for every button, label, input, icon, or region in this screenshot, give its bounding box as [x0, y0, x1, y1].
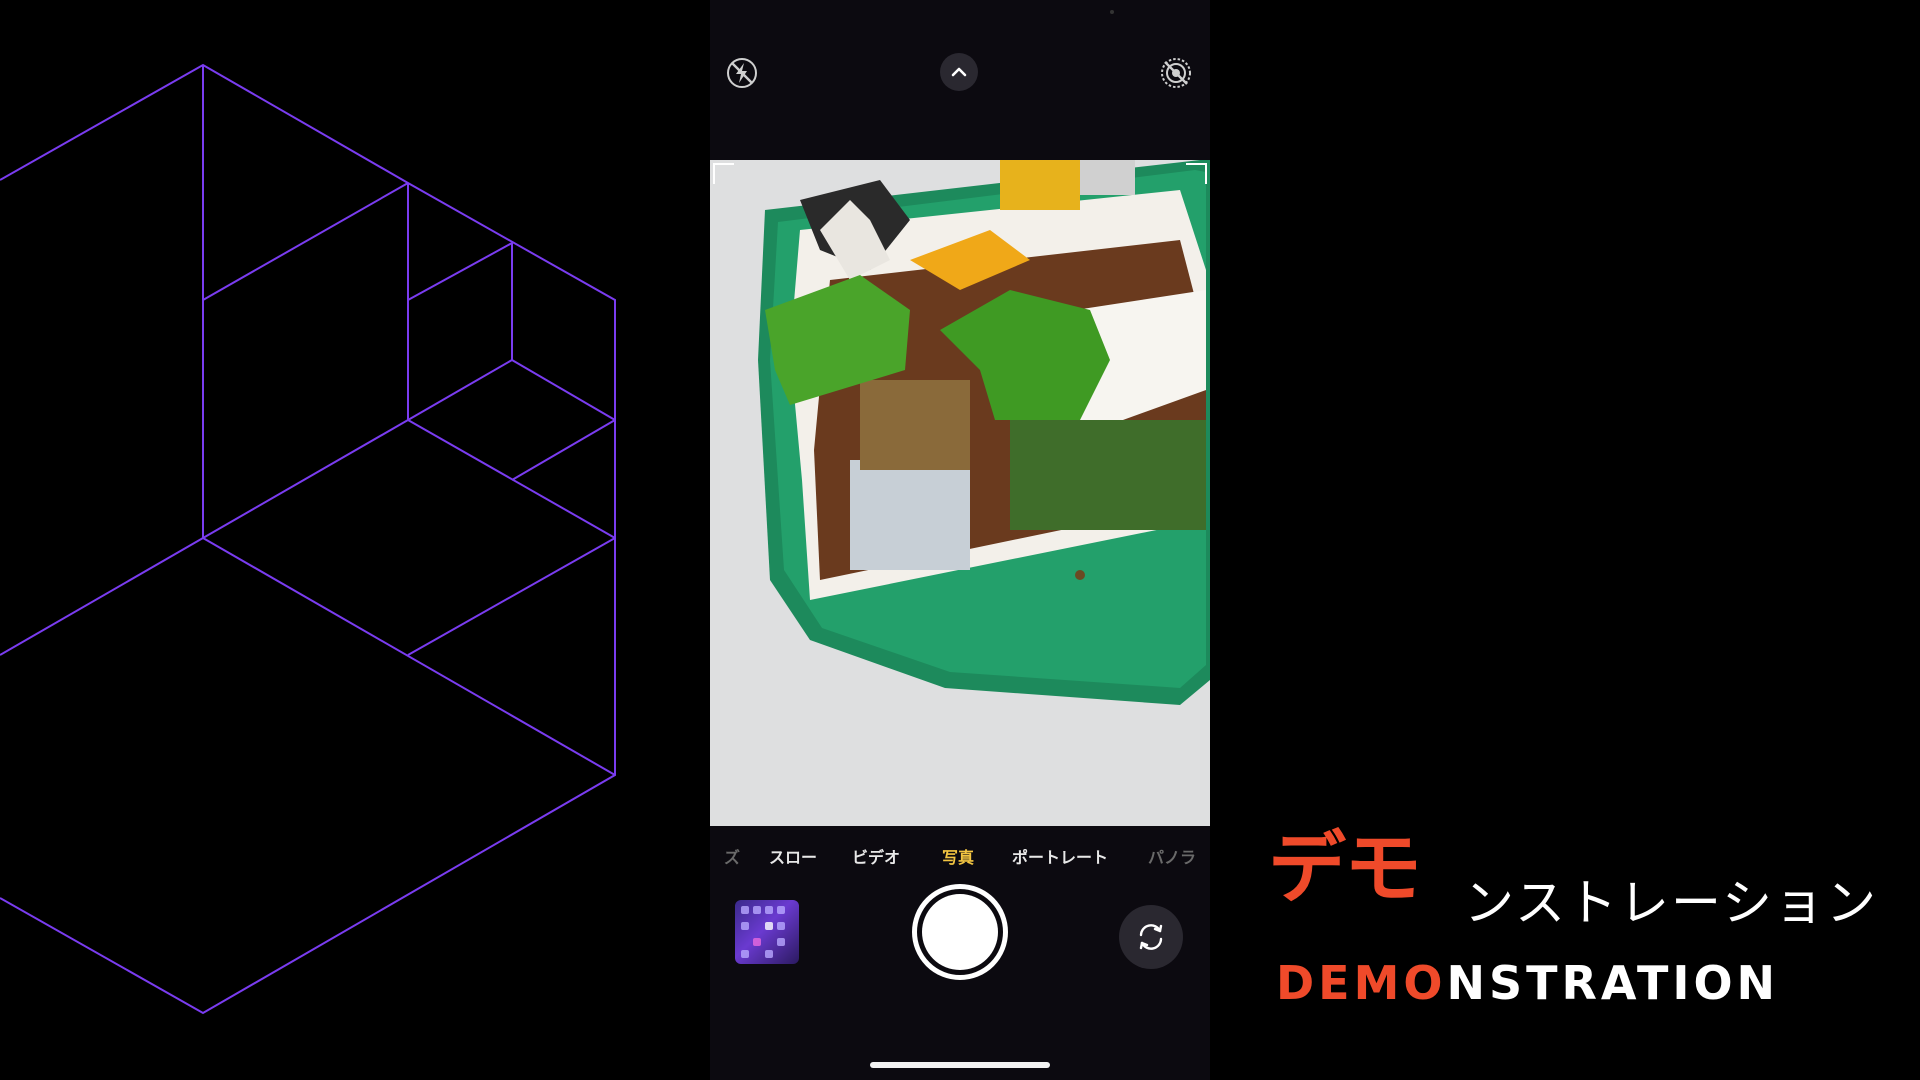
decorative-hexagon-graphic — [0, 63, 616, 1015]
camera-mode-selector: ズ スロー ビデオ 写真 ポートレート パノラ — [710, 838, 1210, 874]
camera-viewfinder[interactable]: .5 1× 2 — [710, 160, 1210, 826]
caption-en-rest: NSTRATION — [1446, 956, 1780, 1010]
flash-off-icon[interactable] — [722, 53, 762, 93]
mode-item-photo[interactable]: 写真 — [942, 844, 974, 868]
home-indicator[interactable] — [870, 1062, 1050, 1068]
live-photo-off-icon[interactable] — [1156, 53, 1196, 93]
caption-jp-highlight: デモ — [1268, 824, 1422, 914]
mode-item-truncated-right[interactable]: パノラ — [1148, 844, 1196, 868]
last-photo-thumbnail[interactable] — [735, 900, 799, 964]
shutter-button[interactable] — [912, 884, 1008, 980]
mode-item-portrait[interactable]: ポートレート — [1012, 844, 1108, 868]
stage: .5 1× 2 ズ スロー ビデオ 写真 ポートレート パノラ — [0, 0, 1920, 1080]
sensor-dot — [1110, 10, 1114, 14]
chevron-up-icon[interactable] — [940, 53, 978, 91]
caption-en-highlight: DEMO — [1276, 956, 1447, 1010]
mode-item-slo-mo[interactable]: スロー — [769, 844, 817, 868]
camera-bottom-bar — [710, 880, 1210, 1080]
viewfinder-scene-image — [710, 160, 1210, 826]
mode-item-truncated-left[interactable]: ズ — [724, 844, 740, 868]
caption-jp-rest: ンストレーション — [1464, 874, 1878, 932]
demonstration-caption: デモ ンストレーション DEMONSTRATION — [1268, 830, 1908, 1030]
camera-flip-icon[interactable] — [1119, 905, 1183, 969]
phone-camera-screen: .5 1× 2 ズ スロー ビデオ 写真 ポートレート パノラ — [710, 0, 1210, 1080]
camera-top-bar — [710, 0, 1210, 160]
caption-en-line: DEMONSTRATION — [1276, 960, 1779, 1006]
shutter-inner — [922, 894, 998, 970]
mode-item-video[interactable]: ビデオ — [852, 844, 900, 868]
